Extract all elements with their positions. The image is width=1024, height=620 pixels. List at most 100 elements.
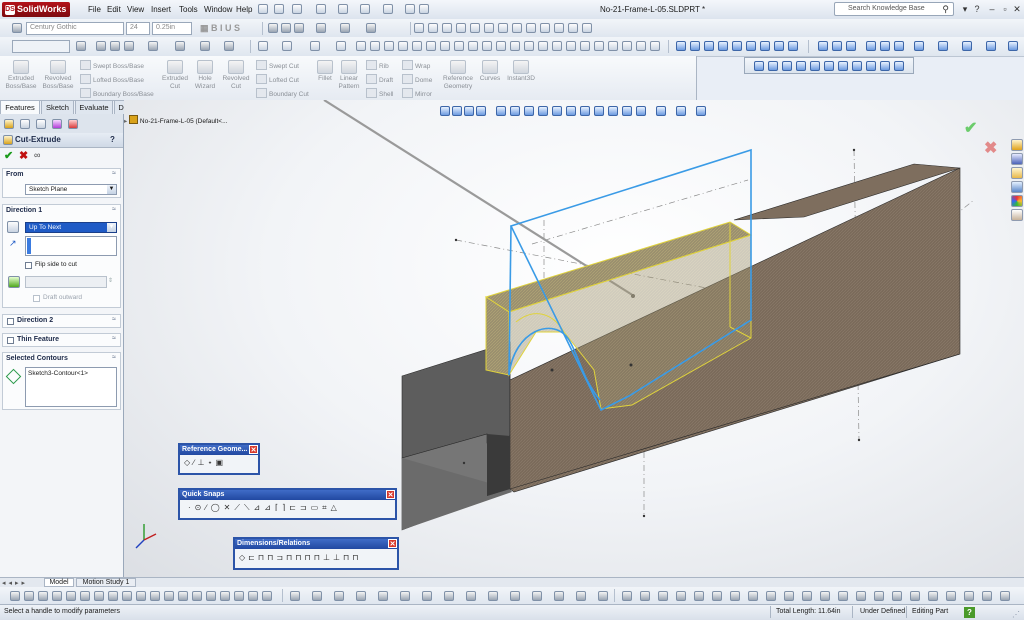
sketch-entity-icon[interactable] xyxy=(384,41,394,51)
toolbar-icon[interactable] xyxy=(892,591,902,601)
toolbar-icon[interactable] xyxy=(334,591,344,601)
sketch-entity-icon[interactable] xyxy=(412,41,422,51)
sketch-entity-icon[interactable] xyxy=(636,41,646,51)
lofted-boss-base-button[interactable]: Lofted Boss/Base xyxy=(80,74,144,84)
toolbar-icon[interactable] xyxy=(356,591,366,601)
sketch-entity-icon[interactable] xyxy=(356,41,366,51)
sketch-entity-icon[interactable] xyxy=(510,41,520,51)
tab-sketch[interactable]: Sketch xyxy=(41,100,74,114)
search-icon[interactable]: ⚲ xyxy=(942,4,949,15)
preview-glasses-icon[interactable]: ∞ xyxy=(34,150,40,160)
contour-item[interactable]: Sketch3-Contour<1> xyxy=(28,370,88,377)
draft-button[interactable]: Draft xyxy=(366,74,393,84)
toolbar-icon[interactable] xyxy=(220,591,230,601)
layer-combo[interactable] xyxy=(12,40,70,53)
toolbar-icon[interactable] xyxy=(676,591,686,601)
menu-file[interactable]: File xyxy=(88,5,101,14)
font-height-combo[interactable]: 0.25in xyxy=(152,22,192,35)
font-combo[interactable]: Century Gothic xyxy=(26,22,124,35)
draft-on-off-icon[interactable] xyxy=(8,276,20,288)
view-dimetric-icon[interactable] xyxy=(880,61,890,71)
toolbar-icon[interactable] xyxy=(554,591,564,601)
toolbar-icon[interactable] xyxy=(290,591,300,601)
toolbar-icon[interactable] xyxy=(928,591,938,601)
sketch-entity-icon[interactable] xyxy=(538,41,548,51)
indent-icon[interactable] xyxy=(340,23,350,33)
line-format-icon[interactable] xyxy=(148,41,158,51)
toolbar-icon[interactable] xyxy=(206,591,216,601)
sketch-tool-icon[interactable] xyxy=(442,23,452,33)
graphics-area[interactable]: ▸ No-21-Frame-L-05 (Default<... ✔ ✖ Refe… xyxy=(124,100,1024,577)
view-icon[interactable] xyxy=(676,41,686,51)
swept-boss-base-button[interactable]: Swept Boss/Base xyxy=(80,60,144,70)
color-icon[interactable] xyxy=(366,23,376,33)
toolbar-icon[interactable] xyxy=(66,591,76,601)
toolbar-icon[interactable] xyxy=(52,591,62,601)
confirm-cancel-icon[interactable]: ✖ xyxy=(984,138,997,158)
sketch-entity-icon[interactable] xyxy=(282,41,292,51)
boundary-cut-button[interactable]: Boundary Cut xyxy=(256,88,309,98)
menu-window[interactable]: Window xyxy=(204,5,232,14)
reverse-direction-icon[interactable] xyxy=(7,221,19,233)
boundary-boss-base-button[interactable]: Boundary Boss/Base xyxy=(80,88,154,98)
toolbar-icon[interactable] xyxy=(576,591,586,601)
expand-chevron-icon[interactable]: ≈ xyxy=(112,316,116,323)
toolbar-icon[interactable] xyxy=(262,591,272,601)
sketch-entity-icon[interactable] xyxy=(258,41,268,51)
sketch-entity-icon[interactable] xyxy=(608,41,618,51)
help-question-icon[interactable]: ? xyxy=(971,3,983,15)
view-palette-icon[interactable] xyxy=(1011,181,1023,193)
view-right-icon[interactable] xyxy=(810,61,820,71)
options-icon[interactable] xyxy=(419,4,429,14)
zoom-icon[interactable] xyxy=(846,41,856,51)
close-icon[interactable]: ✕ xyxy=(1011,3,1023,15)
linear-pattern-button[interactable]: Linear Pattern xyxy=(335,60,363,90)
ok-icon[interactable]: ✔ xyxy=(4,149,13,162)
hole-wizard-button[interactable]: Hole Wizard xyxy=(190,60,220,90)
direction-selection-box[interactable] xyxy=(25,236,117,256)
direction2-checkbox[interactable] xyxy=(7,318,14,325)
toolbar-icon[interactable] xyxy=(164,591,174,601)
display-style-icon[interactable] xyxy=(962,41,972,51)
view-icon[interactable] xyxy=(690,41,700,51)
toolbar-icon[interactable] xyxy=(532,591,542,601)
view-left-icon[interactable] xyxy=(796,61,806,71)
curves-button[interactable]: Curves xyxy=(478,60,502,83)
align-left-icon[interactable] xyxy=(268,23,278,33)
toolbar-icon[interactable] xyxy=(108,591,118,601)
collapse-chevron-icon[interactable]: ≈ xyxy=(112,354,116,361)
revolved-cut-button[interactable]: Revolved Cut xyxy=(220,60,252,90)
toolbar-icon[interactable] xyxy=(234,591,244,601)
dimensions-relations-titlebar[interactable]: Dimensions/Relations ✕ xyxy=(235,539,397,549)
pm-help-icon[interactable]: ? xyxy=(110,135,115,144)
sketch-tool-icon[interactable] xyxy=(526,23,536,33)
sketch-entity-icon[interactable] xyxy=(426,41,436,51)
toolbar-icon[interactable] xyxy=(910,591,920,601)
menu-tools[interactable]: Tools xyxy=(179,5,198,14)
rebuild-icon[interactable] xyxy=(405,4,415,14)
zoom-icon[interactable] xyxy=(818,41,828,51)
line-format-icon[interactable] xyxy=(110,41,120,51)
layer-icon[interactable] xyxy=(76,41,86,51)
toolbar-icon[interactable] xyxy=(466,591,476,601)
contour-list[interactable]: Sketch3-Contour<1> xyxy=(25,367,117,407)
quick-snaps-buttons[interactable]: ·⊙∕◯✕⟋⟍⊿⊿⌈⌉⊏⊐▭⌗△ xyxy=(188,503,341,513)
line-format-icon[interactable] xyxy=(200,41,210,51)
reference-geometry-button[interactable]: Reference Geometry xyxy=(438,60,478,90)
view-icon[interactable] xyxy=(732,41,742,51)
sketch-tool-icon[interactable] xyxy=(428,23,438,33)
from-dropdown[interactable]: Sketch Plane ▼ xyxy=(25,184,117,195)
save-icon[interactable] xyxy=(316,4,326,14)
search-input[interactable]: Search Knowledge Base ⚲ xyxy=(834,2,954,16)
collapse-chevron-icon[interactable]: ≈ xyxy=(112,170,116,177)
view-icon[interactable] xyxy=(718,41,728,51)
end-condition-dropdown[interactable]: Up To Next ▼ xyxy=(25,222,117,233)
list-icon[interactable] xyxy=(316,23,326,33)
view-icon[interactable] xyxy=(704,41,714,51)
reference-geometry-buttons[interactable]: ◇∕⊥⋆▣ xyxy=(184,458,226,467)
display-style-icon[interactable] xyxy=(880,41,890,51)
sketch-entity-icon[interactable] xyxy=(566,41,576,51)
toolbar-icon[interactable] xyxy=(856,591,866,601)
thin-feature-section[interactable]: Thin Feature ≈ xyxy=(2,333,121,347)
open-icon[interactable] xyxy=(292,4,302,14)
